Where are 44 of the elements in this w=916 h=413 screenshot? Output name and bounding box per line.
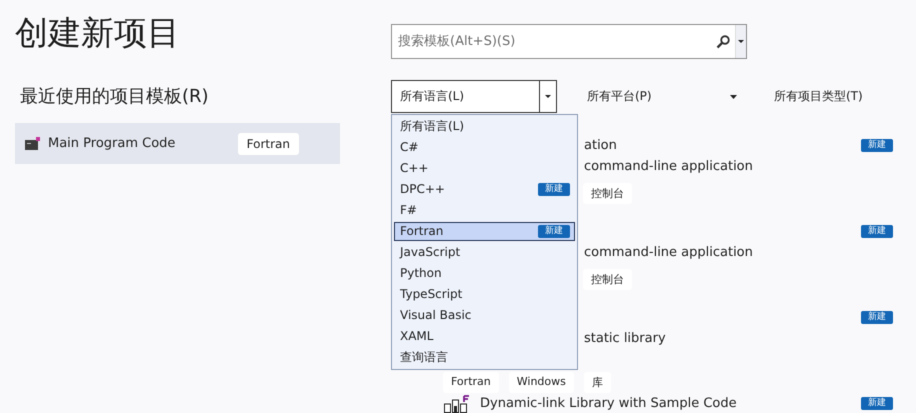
project-type-filter[interactable]: 所有项目类型(T) <box>774 88 863 105</box>
language-option[interactable]: 查询语言 <box>394 348 575 367</box>
template-tag: 控制台 <box>583 183 632 204</box>
language-option[interactable]: Python <box>394 264 575 283</box>
language-option[interactable]: Fortran 新建 <box>394 222 575 241</box>
caret-icon <box>545 95 551 98</box>
search-icon <box>716 34 730 48</box>
template-name: Main Program Code <box>48 136 176 151</box>
language-option[interactable]: Visual Basic <box>394 306 575 325</box>
template-description: command-line application <box>584 158 754 176</box>
recent-template-item[interactable]: Main Program Code Fortran <box>15 123 340 164</box>
new-badge: 新建 <box>861 139 893 152</box>
language-option[interactable]: XAML <box>394 327 575 346</box>
language-option[interactable]: C++ <box>394 159 575 178</box>
caret-icon <box>738 40 744 43</box>
search-dropdown-button[interactable] <box>735 25 746 58</box>
language-option[interactable]: TypeScript <box>394 285 575 304</box>
template-description: static library <box>584 330 667 348</box>
language-option[interactable]: DPC++ 新建 <box>394 180 575 199</box>
language-tag: Fortran <box>238 132 299 154</box>
template-tag: 控制台 <box>583 269 632 290</box>
console-icon <box>25 137 40 150</box>
language-option[interactable]: 所有语言(L) <box>394 117 575 136</box>
language-option[interactable]: C# <box>394 138 575 157</box>
template-tag: Fortran <box>443 372 499 393</box>
new-badge: 新建 <box>861 397 893 410</box>
new-badge: 新建 <box>538 225 570 238</box>
page-title: 创建新项目 <box>15 12 180 54</box>
template-title: Dynamic-link Library with Sample Code <box>480 396 737 411</box>
combo-value: 所有语言(L) <box>399 88 466 105</box>
new-badge: 新建 <box>861 225 893 238</box>
new-badge: 新建 <box>861 311 893 324</box>
language-option[interactable]: JavaScript <box>394 243 575 262</box>
new-badge: 新建 <box>538 183 570 196</box>
language-option[interactable]: F# <box>394 201 575 220</box>
language-combo[interactable]: 所有语言(L) <box>391 80 557 113</box>
template-tag: 库 <box>584 372 611 393</box>
template-title: ation <box>584 138 617 153</box>
caret-icon <box>730 94 737 98</box>
platform-filter[interactable]: 所有平台(P) <box>557 88 737 105</box>
section-heading: 最近使用的项目模板(R) <box>20 85 209 108</box>
template-description: command-line application <box>584 244 754 262</box>
library-icon <box>444 394 472 412</box>
template-tag: Windows <box>508 372 574 393</box>
